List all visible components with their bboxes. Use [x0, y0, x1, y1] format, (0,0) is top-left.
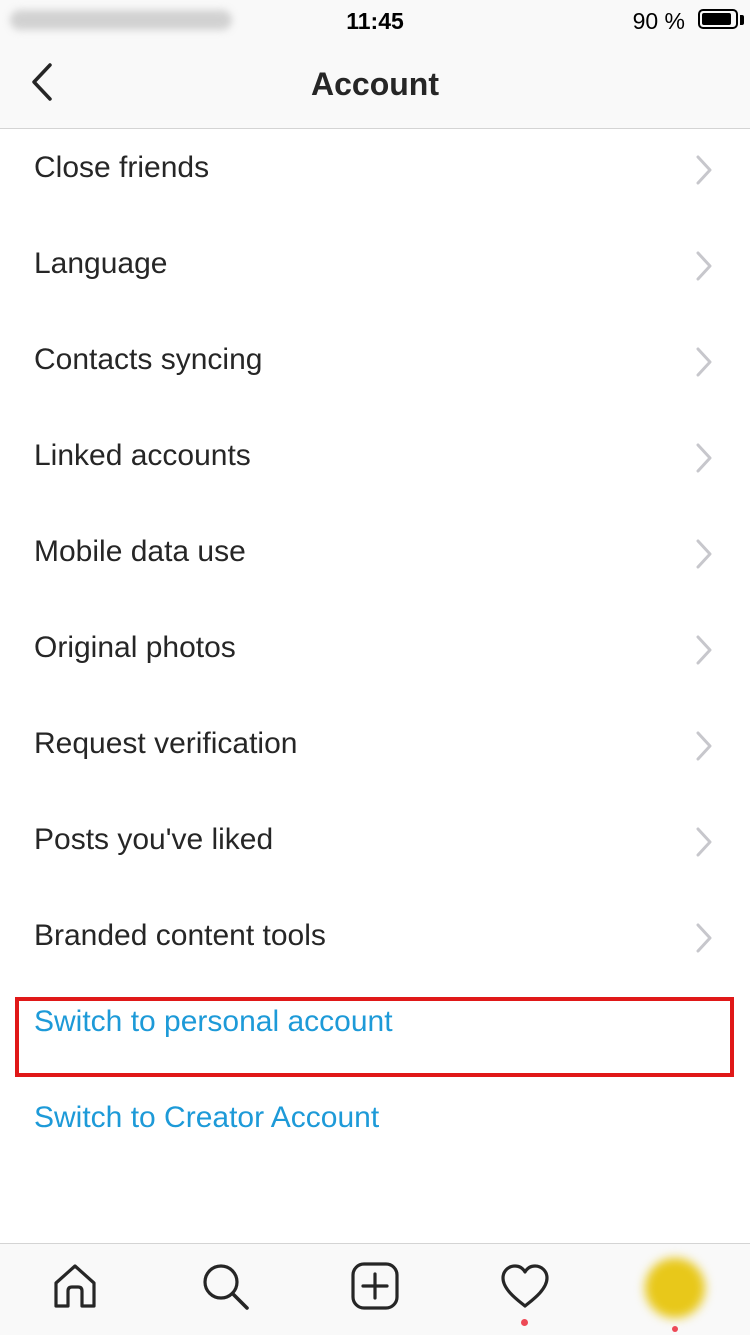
battery-icon [698, 9, 738, 29]
menu-item-label: Branded content tools [34, 919, 326, 952]
bottom-tab-bar [0, 1243, 750, 1335]
menu-item-label: Language [34, 247, 168, 280]
menu-item-request-verification[interactable]: Request verification [0, 697, 750, 793]
search-icon [203, 1264, 249, 1310]
tab-home[interactable] [45, 1256, 105, 1316]
switch-to-creator-account-link[interactable]: Switch to Creator Account [0, 1081, 750, 1177]
tab-search[interactable] [195, 1256, 255, 1316]
chevron-right-icon [696, 251, 712, 281]
home-icon [54, 1264, 96, 1308]
menu-item-linked-accounts[interactable]: Linked accounts [0, 409, 750, 505]
menu-item-mobile-data-use[interactable]: Mobile data use [0, 505, 750, 601]
battery-tip [740, 15, 744, 25]
link-label: Switch to personal account [34, 1005, 393, 1038]
menu-item-label: Mobile data use [34, 535, 246, 568]
menu-item-posts-liked[interactable]: Posts you've liked [0, 793, 750, 889]
menu-item-label: Request verification [34, 727, 298, 760]
menu-item-contacts-syncing[interactable]: Contacts syncing [0, 313, 750, 409]
chevron-right-icon [696, 155, 712, 185]
profile-avatar[interactable] [645, 1258, 705, 1318]
menu-item-label: Original photos [34, 631, 236, 664]
menu-item-original-photos[interactable]: Original photos [0, 601, 750, 697]
chevron-right-icon [696, 923, 712, 953]
menu-item-close-friends[interactable]: Close friends [0, 121, 750, 217]
activity-heart-icon [501, 1264, 549, 1308]
menu-item-branded-content-tools[interactable]: Branded content tools [0, 889, 750, 985]
battery-percentage: 90 % [632, 8, 685, 34]
chevron-right-icon [696, 827, 712, 857]
chevron-right-icon [696, 635, 712, 665]
activity-notification-dot [521, 1319, 528, 1326]
chevron-right-icon [696, 731, 712, 761]
menu-item-label: Posts you've liked [34, 823, 274, 856]
tab-activity[interactable] [495, 1256, 555, 1316]
link-label: Switch to Creator Account [34, 1101, 380, 1134]
new-post-icon [351, 1262, 399, 1310]
page-title: Account [311, 66, 439, 102]
profile-notification-dot [672, 1326, 678, 1332]
tab-new-post[interactable] [345, 1256, 405, 1316]
battery-fill [702, 13, 731, 25]
chevron-right-icon [696, 539, 712, 569]
account-settings-list: Close friends Language Contacts syncing … [0, 121, 750, 1177]
menu-item-label: Contacts syncing [34, 343, 263, 376]
menu-item-label: Close friends [34, 151, 210, 184]
menu-item-language[interactable]: Language [0, 217, 750, 313]
chevron-right-icon [696, 347, 712, 377]
chevron-right-icon [696, 443, 712, 473]
menu-item-label: Linked accounts [34, 439, 251, 472]
status-bar: 11:45 90 % [0, 0, 750, 42]
navigation-bar: Account [0, 42, 750, 129]
switch-to-personal-account-link[interactable]: Switch to personal account [0, 985, 750, 1081]
